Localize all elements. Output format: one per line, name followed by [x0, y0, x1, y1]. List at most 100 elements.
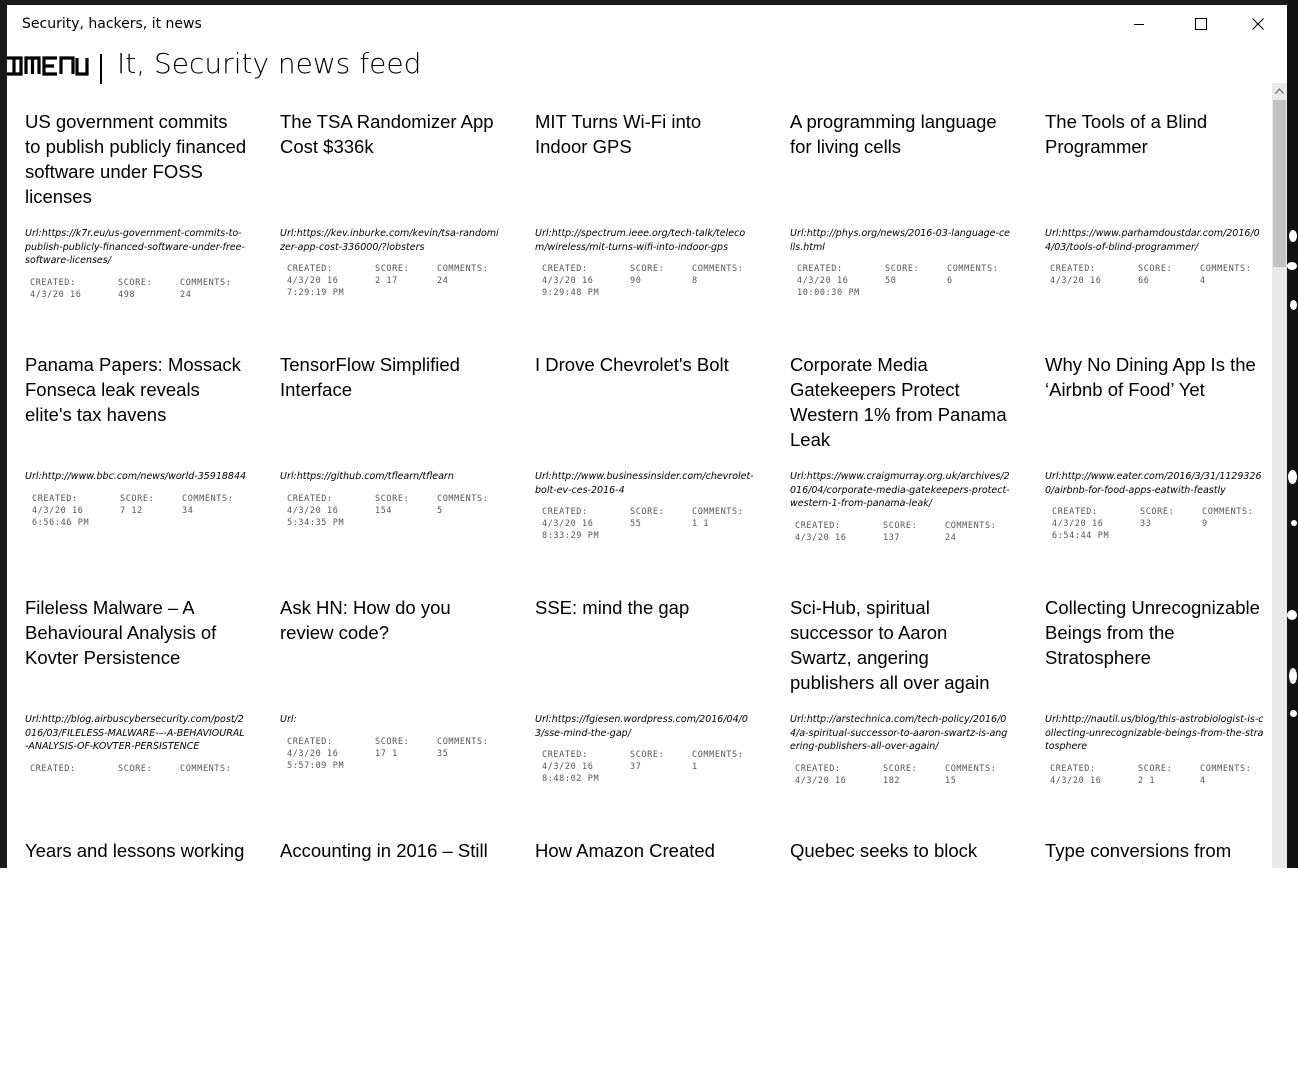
comments-field: COMMENTS: 1 1: [692, 506, 743, 530]
news-card[interactable]: Why No Dining App Is the ‘Airbnb of Food…: [1045, 352, 1267, 585]
created-field: CREATED: 4/3/20 16: [1050, 763, 1101, 787]
news-card[interactable]: Sci-Hub, spiritual successor to Aaron Sw…: [790, 595, 1012, 828]
card-url: Url:http://www.businessinsider.com/chevr…: [535, 471, 754, 496]
score-value: 90: [630, 276, 642, 286]
comments-field: COMMENTS: 15: [945, 763, 996, 787]
score-label: SCORE:: [375, 737, 410, 747]
news-card[interactable]: Corporate Media Gatekeepers Protect West…: [790, 352, 1012, 585]
menu-button[interactable]: [3, 52, 89, 82]
comments-value: 8: [692, 276, 698, 286]
created-field: CREATED: 4/3/20 16 5:34:35 PM: [287, 493, 344, 529]
score-field: SCORE: 137: [883, 520, 917, 544]
news-card[interactable]: A programming language for living cells U…: [790, 109, 1012, 342]
created-field: CREATED: 4/3/20 16 10:00:30 PM: [797, 263, 860, 299]
card-title[interactable]: Accounting in 2016 – Still: [280, 838, 502, 863]
app-header: It, Security news feed: [7, 45, 1287, 95]
score-field: SCORE: 2 17: [375, 263, 409, 287]
news-card[interactable]: The Tools of a Blind Programmer Url:https…: [1045, 109, 1267, 342]
card-title[interactable]: MIT Turns Wi-Fi into Indoor GPS: [535, 109, 757, 159]
card-title[interactable]: Quebec seeks to block: [790, 838, 1012, 863]
news-card[interactable]: Quebec seeks to block: [790, 838, 1012, 1071]
card-title[interactable]: Type conversions from: [1045, 838, 1267, 863]
card-url: Url:https://www.parhamdoustdar.com/2016/…: [1045, 228, 1260, 253]
card-title[interactable]: The TSA Randomizer App Cost $336k: [280, 109, 502, 159]
created-label: CREATED:: [542, 750, 588, 760]
news-card[interactable]: Panama Papers: Mossack Fonseca leak reve…: [25, 352, 247, 585]
comments-label: COMMENTS:: [1202, 507, 1254, 517]
created-label: CREATED:: [795, 521, 841, 531]
score-field: SCORE: 50: [885, 263, 919, 287]
created-value: 4/3/20 16 6:54:44 PM: [1052, 519, 1110, 541]
card-title[interactable]: Panama Papers: Mossack Fonseca leak reve…: [25, 352, 247, 427]
close-button[interactable]: [1235, 5, 1281, 43]
card-title[interactable]: A programming language for living cells: [790, 109, 1012, 159]
card-url: Url:https://k7r.eu/us-government-commits…: [25, 228, 245, 266]
scroll-thumb[interactable]: [1273, 100, 1286, 267]
created-label: CREATED:: [1050, 764, 1096, 774]
card-title[interactable]: Corporate Media Gatekeepers Protect West…: [790, 352, 1012, 452]
score-label: SCORE:: [118, 764, 153, 774]
card-title[interactable]: Years and lessons working: [25, 838, 247, 863]
card-url: Url:http://www.bbc.com/news/world-359188…: [25, 471, 247, 482]
score-field: SCORE: 37: [630, 749, 664, 773]
news-card[interactable]: Fileless Malware – A Behavioural Analysi…: [25, 595, 247, 828]
scroll-up-button[interactable]: [1272, 83, 1287, 99]
score-field: SCORE: 2 1: [1138, 763, 1172, 787]
score-label: SCORE:: [883, 521, 918, 531]
card-title[interactable]: TensorFlow Simplified Interface: [280, 352, 502, 402]
news-card[interactable]: Accounting in 2016 – Still: [280, 838, 502, 1071]
news-card[interactable]: I Drove Chevrolet's Bolt Url:http://www.b…: [535, 352, 757, 585]
comments-value: 1 1: [692, 519, 710, 529]
maximize-button[interactable]: [1178, 5, 1224, 43]
news-card[interactable]: SSE: mind the gap Url:https://fgiesen.wor…: [535, 595, 757, 828]
created-label: CREATED:: [287, 264, 333, 274]
card-title[interactable]: US government commits to publish publicl…: [25, 109, 247, 209]
score-field: SCORE: 66: [1138, 263, 1172, 287]
created-field: CREATED: 4/3/20 16: [30, 277, 81, 301]
news-card[interactable]: US government commits to publish publicl…: [25, 109, 247, 342]
card-meta: CREATED: 4/3/20 16 9:29:48 PM SCORE: 90 COMM…: [535, 263, 757, 303]
news-card[interactable]: MIT Turns Wi-Fi into Indoor GPS Url:http:…: [535, 109, 757, 342]
card-meta: CREATED: 4/3/20 16 SCORE: 66 COMMENTS: 4: [1045, 263, 1267, 303]
score-label: SCORE:: [630, 264, 665, 274]
card-url: Url:https://kev.inburke.com/kevin/tsa-ra…: [280, 228, 499, 253]
created-value: 4/3/20 16 8:48:02 PM: [542, 762, 600, 784]
card-title[interactable]: The Tools of a Blind Programmer: [1045, 109, 1267, 159]
created-value: 4/3/20 16: [30, 290, 82, 300]
comments-label: COMMENTS:: [945, 764, 997, 774]
created-value: 4/3/20 16: [1050, 776, 1102, 786]
created-label: CREATED:: [32, 494, 78, 504]
news-card[interactable]: Years and lessons working: [25, 838, 247, 1071]
card-meta: CREATED: 4/3/20 16 SCORE: 498 COMMENTS: 24: [25, 277, 247, 317]
comments-field: COMMENTS: 1: [692, 749, 743, 773]
news-card[interactable]: Ask HN: How do you review code? Url: CREAT…: [280, 595, 502, 828]
card-title[interactable]: Why No Dining App Is the ‘Airbnb of Food…: [1045, 352, 1267, 402]
news-card[interactable]: Type conversions from: [1045, 838, 1267, 1071]
minimize-button[interactable]: [1116, 5, 1162, 43]
card-meta: CREATED: 4/3/20 16 7:29:19 PM SCORE: 2 17 CO…: [280, 263, 502, 303]
comments-field: COMMENTS:: [180, 763, 231, 775]
card-title[interactable]: I Drove Chevrolet's Bolt: [535, 352, 757, 377]
comments-value: 5: [437, 506, 443, 516]
card-meta: CREATED: 4/3/20 16 5:57:09 PM SCORE: 17 1 CO…: [280, 736, 502, 776]
comments-value: 15: [945, 776, 957, 786]
card-title[interactable]: Collecting Unrecognizable Beings from th…: [1045, 595, 1267, 670]
card-title[interactable]: Ask HN: How do you review code?: [280, 595, 502, 645]
comments-value: 35: [437, 749, 449, 759]
score-value: 498: [118, 290, 136, 300]
score-field: SCORE: 17 1: [375, 736, 409, 760]
created-label: CREATED:: [797, 264, 843, 274]
card-title[interactable]: How Amazon Created: [535, 838, 757, 863]
card-title[interactable]: SSE: mind the gap: [535, 595, 757, 620]
news-card[interactable]: How Amazon Created: [535, 838, 757, 1071]
card-title[interactable]: Sci-Hub, spiritual successor to Aaron Sw…: [790, 595, 1012, 695]
card-title[interactable]: Fileless Malware – A Behavioural Analysi…: [25, 595, 247, 670]
score-value: 182: [883, 776, 901, 786]
news-card[interactable]: Collecting Unrecognizable Beings from th…: [1045, 595, 1267, 828]
created-field: CREATED: 4/3/20 16 6:54:44 PM: [1052, 506, 1109, 542]
comments-field: COMMENTS: 5: [437, 493, 488, 517]
news-card[interactable]: TensorFlow Simplified Interface Url:https…: [280, 352, 502, 585]
vertical-scrollbar[interactable]: [1272, 83, 1287, 868]
news-card[interactable]: The TSA Randomizer App Cost $336k Url:htt…: [280, 109, 502, 342]
score-field: SCORE: 55: [630, 506, 664, 530]
